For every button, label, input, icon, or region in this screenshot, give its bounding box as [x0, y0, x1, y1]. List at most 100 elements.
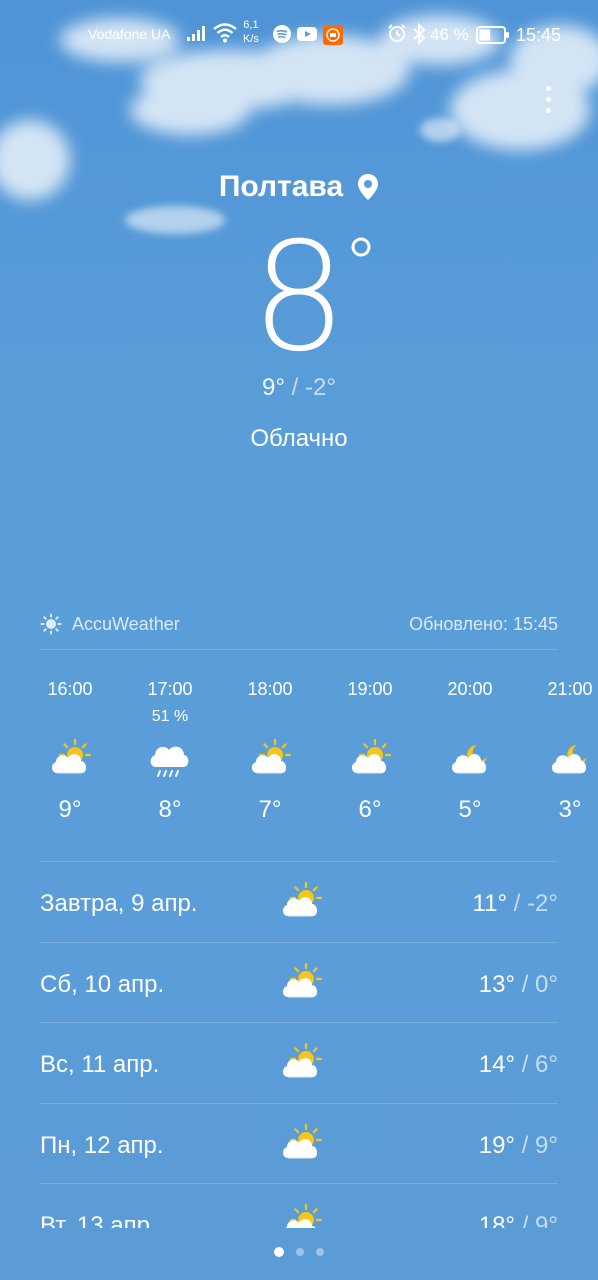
high-low-separator: / — [513, 890, 528, 917]
day-low: 9° — [535, 1212, 558, 1228]
day-high-low: 19° / 9° — [479, 1132, 558, 1160]
partly-cloudy-night-icon — [551, 745, 587, 774]
status-time: 15:45 — [516, 25, 562, 45]
day-row[interactable]: Вт, 13 апр. 18° / 9° — [40, 1184, 558, 1228]
high-low-separator: / — [291, 374, 299, 401]
hourly-forecast[interactable]: 16:00 9° 17:00 51 % 8° 18:00 7° 19:00 6°… — [20, 675, 598, 845]
city-name: Полтава — [218, 170, 344, 203]
day-row[interactable]: Завтра, 9 апр. 11° / -2° — [40, 862, 558, 943]
page-dot[interactable] — [296, 1248, 304, 1256]
divider — [40, 649, 558, 650]
degree-symbol-icon — [351, 237, 371, 257]
hour-precipitation-chance — [420, 708, 520, 730]
day-low: 9° — [535, 1131, 558, 1159]
day-row[interactable]: Пн, 12 апр. 19° / 9° — [40, 1104, 558, 1184]
partly-cloudy-day-icon — [282, 962, 323, 997]
hour-precipitation-chance — [320, 708, 420, 730]
page-dot[interactable] — [274, 1247, 284, 1257]
hour-precipitation-chance — [520, 708, 598, 730]
today-high-low: 9° / -2° — [0, 374, 598, 402]
spotify-icon — [273, 25, 291, 43]
hour-temperature: 8° — [158, 796, 182, 823]
mi-app-icon — [323, 25, 343, 45]
hour-temperature: 5° — [458, 796, 482, 823]
partly-cloudy-night-icon — [451, 745, 487, 774]
hour-temperature: 9° — [58, 796, 82, 823]
location-pin-icon — [358, 174, 379, 200]
network-speed-value: 6,1 — [243, 19, 259, 31]
partly-cloudy-day-icon — [51, 738, 92, 774]
provider-link[interactable]: AccuWeather — [40, 613, 180, 635]
hour-temperature: 7° — [258, 796, 282, 823]
bluetooth-icon — [413, 23, 426, 45]
day-low: -2° — [527, 890, 558, 917]
city-selector[interactable]: Полтава — [219, 170, 379, 204]
day-high-low: 18° / 9° — [479, 1212, 558, 1228]
cellular-signal-icon — [187, 26, 205, 41]
updated-time: Обновлено: 15:45 — [409, 613, 558, 634]
day-name: Завтра, 9 апр. — [40, 890, 198, 917]
provider-row: AccuWeather Обновлено: 15:45 — [40, 610, 558, 638]
current-temperature: 8 — [251, 211, 347, 385]
day-high: 11° — [472, 890, 508, 917]
carrier-name: Vodafone UA — [88, 26, 171, 42]
hour-time: 21:00 — [547, 679, 593, 699]
network-speed: 6,1 K/s — [243, 18, 259, 46]
partly-cloudy-day-icon — [351, 738, 392, 774]
day-low: 6° — [535, 1051, 558, 1078]
menu-dot — [545, 108, 551, 113]
menu-dot — [545, 97, 551, 102]
network-speed-unit: K/s — [243, 33, 259, 45]
hour-time: 19:00 — [347, 679, 393, 699]
day-low: 0° — [535, 970, 558, 998]
battery-icon — [476, 26, 509, 44]
day-name: Вт, 13 апр. — [40, 1212, 157, 1228]
day-row[interactable]: Вс, 11 апр. 14° / 6° — [40, 1023, 558, 1104]
high-low-separator: / — [521, 970, 536, 998]
status-bar: Vodafone UA 6,1 K/s 46 % 15:45 — [0, 0, 598, 70]
rain-icon — [150, 746, 189, 777]
provider-name: AccuWeather — [72, 613, 180, 634]
day-high-low: 11° / -2° — [473, 890, 558, 918]
hour-temperature: 3° — [558, 796, 582, 823]
city-header: Полтава — [0, 170, 598, 204]
more-options-button[interactable] — [536, 86, 560, 122]
high-low-separator: / — [521, 1051, 536, 1078]
day-high-low: 14° / 6° — [479, 1051, 558, 1079]
day-name: Пн, 12 апр. — [40, 1131, 164, 1159]
wifi-icon — [213, 23, 237, 43]
daily-forecast[interactable]: Завтра, 9 апр. 11° / -2° Сб, 10 апр. 13°… — [40, 862, 558, 1228]
partly-cloudy-day-icon — [282, 1042, 323, 1078]
partly-cloudy-day-icon — [251, 738, 292, 774]
hour-column: 21:00 3° — [520, 675, 598, 824]
hour-precipitation-chance: 51 % — [151, 708, 189, 725]
partly-cloudy-day-icon — [282, 1123, 323, 1158]
day-name: Вс, 11 апр. — [40, 1051, 160, 1078]
hour-column: 17:00 51 % 8° — [120, 675, 220, 824]
hour-precipitation-chance — [220, 708, 320, 730]
current-condition: Облачно — [250, 425, 348, 452]
partly-cloudy-day-icon — [282, 881, 323, 917]
high-low-separator: / — [521, 1131, 536, 1159]
page-dot[interactable] — [316, 1248, 324, 1256]
hour-temperature: 6° — [358, 796, 382, 823]
partly-cloudy-day-icon — [285, 1203, 323, 1228]
hour-column: 18:00 7° — [220, 675, 320, 824]
hour-column: 20:00 5° — [420, 675, 520, 824]
hour-time: 16:00 — [47, 679, 93, 699]
high-low-separator: / — [521, 1212, 536, 1228]
hour-column: 19:00 6° — [320, 675, 420, 824]
page-indicator — [0, 1247, 598, 1257]
day-high: 14° — [478, 1051, 516, 1078]
youtube-icon — [297, 27, 317, 41]
hour-precipitation-chance — [20, 708, 120, 730]
hour-column: 16:00 9° — [20, 675, 120, 824]
day-high: 18° — [478, 1212, 516, 1228]
today-low: -2° — [305, 374, 336, 401]
day-row[interactable]: Сб, 10 апр. 13° / 0° — [40, 943, 558, 1023]
accuweather-sun-icon — [40, 613, 62, 635]
hour-time: 20:00 — [447, 679, 493, 699]
day-high-low: 13° / 0° — [479, 971, 558, 999]
hour-time: 17:00 — [147, 679, 193, 699]
today-high: 9° — [262, 374, 285, 401]
